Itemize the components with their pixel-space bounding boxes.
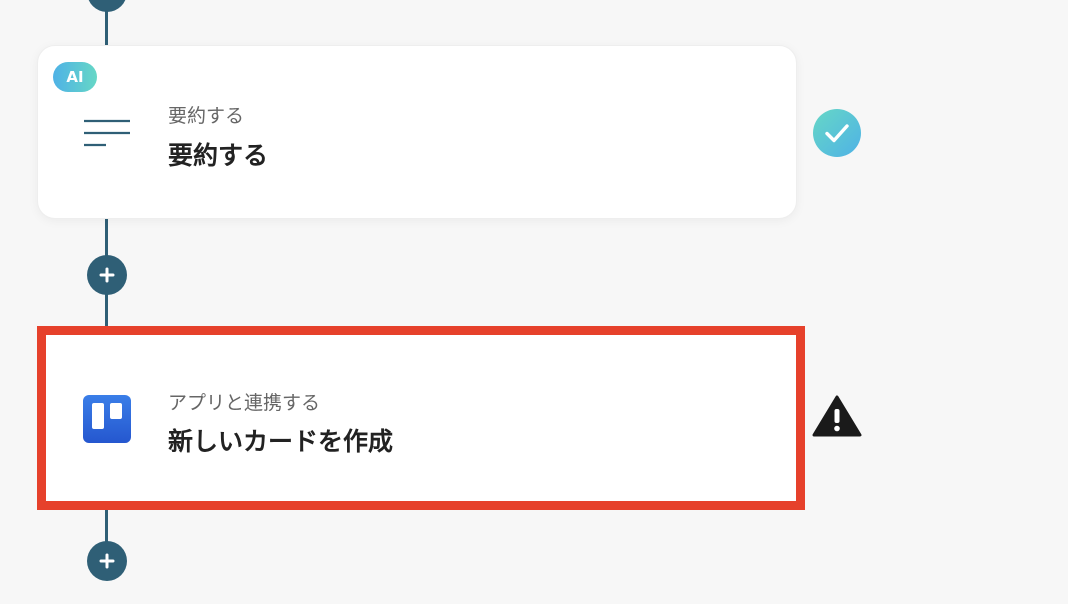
plus-icon [99,553,115,569]
step-title: 新しいカードを作成 [168,427,394,456]
plus-icon [99,267,115,283]
step-title: 要約する [168,141,269,170]
add-step-button-middle[interactable] [87,255,127,295]
ai-badge: AI [53,62,97,92]
step-subtitle: アプリと連携する [168,392,321,414]
trello-icon [83,395,131,443]
step-card-create-trello-card[interactable] [37,326,805,510]
check-icon [813,109,861,157]
add-step-button-bottom[interactable] [87,541,127,581]
add-step-button-top[interactable] [87,0,127,12]
step-card-summarize[interactable] [37,45,797,219]
summary-lines-icon [84,119,130,147]
warning-icon [812,395,862,437]
step-subtitle: 要約する [168,105,245,127]
